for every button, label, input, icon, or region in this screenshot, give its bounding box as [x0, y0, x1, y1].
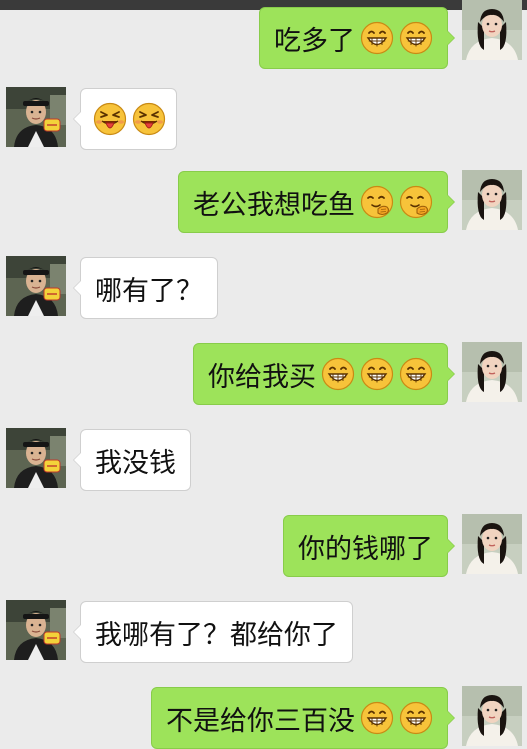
woman-avatar-icon[interactable] — [462, 514, 522, 574]
chat-message-list[interactable]: 吃多了 老公我想吃鱼 哪有了？ 你给我买 我没钱 你的钱哪了 我哪有了？都给你了… — [0, 0, 527, 749]
giggle-emoji-icon — [399, 185, 433, 219]
man-avatar-icon[interactable] — [6, 428, 66, 488]
received-message-bubble[interactable] — [73, 88, 177, 150]
message-text: 吃多了 — [274, 25, 355, 57]
received-message-bubble[interactable]: 我没钱 — [73, 429, 191, 491]
message-text: 不是给你三百没 — [166, 705, 355, 737]
received-message-bubble[interactable]: 我哪有了？都给你了 — [73, 601, 353, 663]
giggle-emoji-icon — [360, 185, 394, 219]
grin-emoji-icon — [360, 357, 394, 391]
woman-avatar-icon[interactable] — [462, 342, 522, 402]
sent-message-bubble[interactable]: 吃多了 — [259, 7, 455, 69]
tongue-wink-emoji-icon — [132, 102, 166, 136]
man-avatar-icon[interactable] — [6, 600, 66, 660]
grin-emoji-icon — [321, 357, 355, 391]
grin-emoji-icon — [399, 21, 433, 55]
message-text: 老公我想吃鱼 — [193, 189, 355, 221]
grin-emoji-icon — [399, 701, 433, 735]
message-text: 你给我买 — [208, 361, 316, 393]
message-text: 哪有了？ — [95, 275, 203, 307]
received-message-bubble[interactable]: 哪有了？ — [73, 257, 218, 319]
tongue-wink-emoji-icon — [93, 102, 127, 136]
woman-avatar-icon[interactable] — [462, 170, 522, 230]
man-avatar-icon[interactable] — [6, 256, 66, 316]
woman-avatar-icon[interactable] — [462, 0, 522, 60]
sent-message-bubble[interactable]: 老公我想吃鱼 — [178, 171, 455, 233]
sent-message-bubble[interactable]: 你的钱哪了 — [283, 515, 455, 577]
grin-emoji-icon — [360, 701, 394, 735]
sent-message-bubble[interactable]: 不是给你三百没 — [151, 687, 455, 749]
grin-emoji-icon — [399, 357, 433, 391]
man-avatar-icon[interactable] — [6, 87, 66, 147]
message-text: 我没钱 — [95, 447, 176, 479]
message-text: 我哪有了？都给你了 — [95, 619, 338, 651]
message-text: 你的钱哪了 — [298, 533, 433, 565]
grin-emoji-icon — [360, 21, 394, 55]
sent-message-bubble[interactable]: 你给我买 — [193, 343, 455, 405]
woman-avatar-icon[interactable] — [462, 686, 522, 746]
